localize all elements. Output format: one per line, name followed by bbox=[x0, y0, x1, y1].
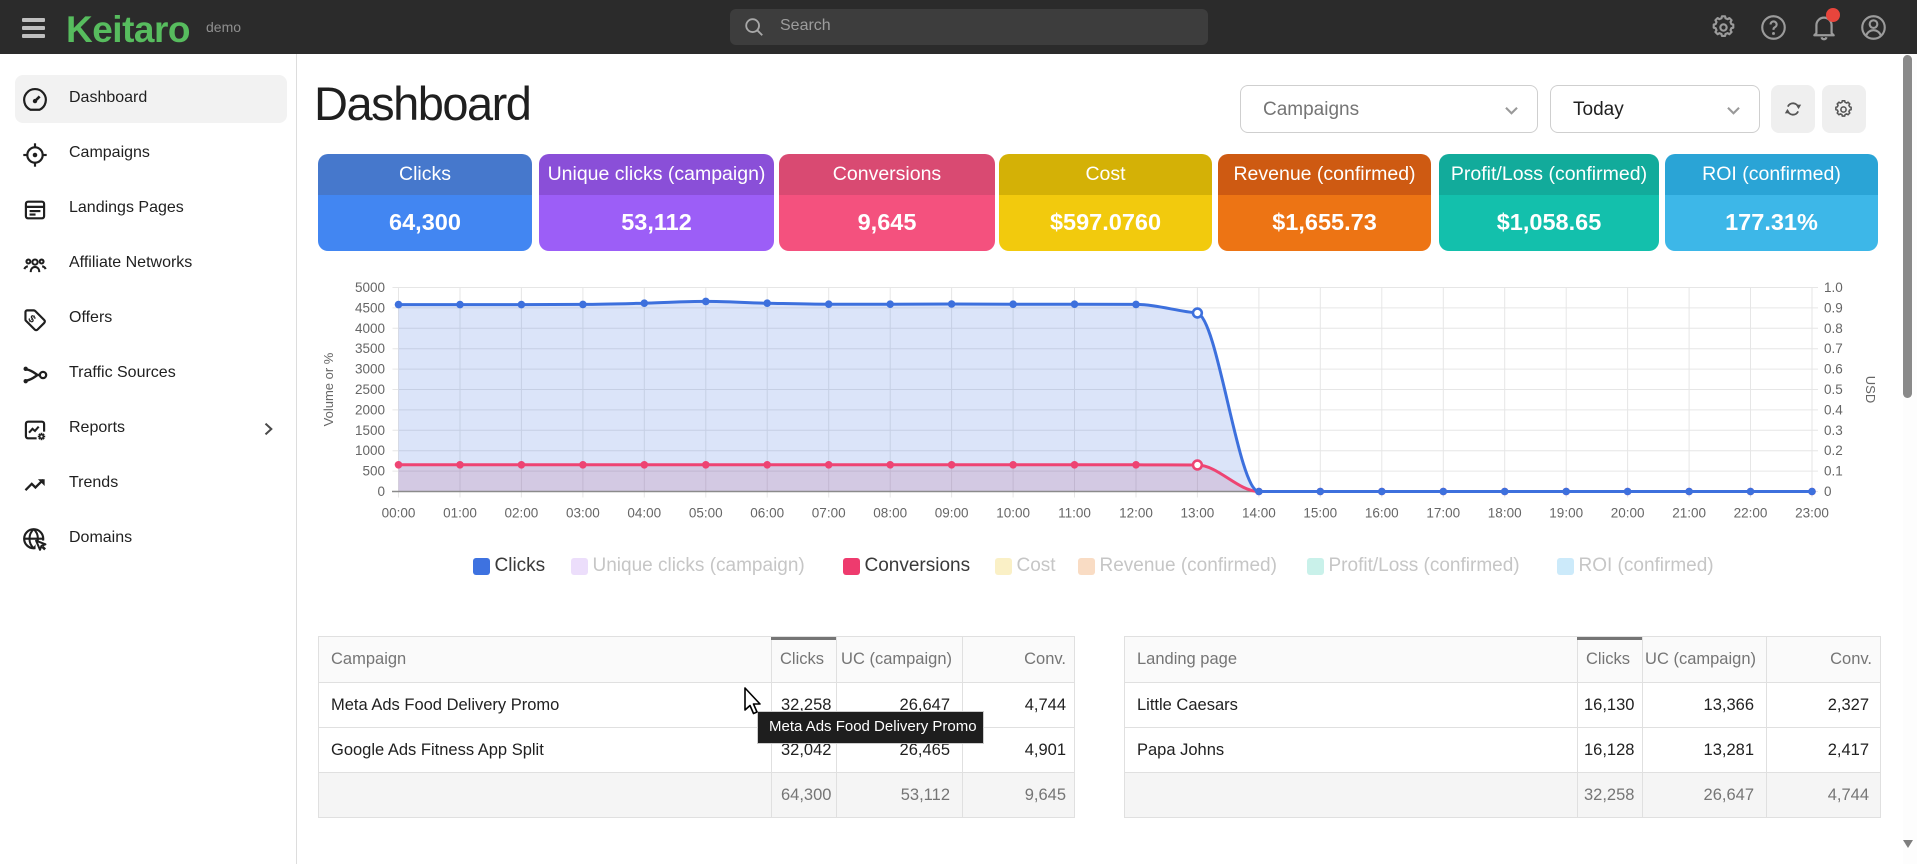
svg-text:04:00: 04:00 bbox=[627, 506, 661, 521]
svg-text:3500: 3500 bbox=[355, 341, 385, 356]
svg-text:$: $ bbox=[26, 313, 38, 326]
svg-text:18:00: 18:00 bbox=[1488, 506, 1522, 521]
svg-text:22:00: 22:00 bbox=[1734, 506, 1768, 521]
svg-text:0.3: 0.3 bbox=[1824, 423, 1843, 438]
svg-text:0.2: 0.2 bbox=[1824, 443, 1843, 458]
svg-text:1500: 1500 bbox=[355, 423, 385, 438]
svg-text:11:00: 11:00 bbox=[1058, 506, 1091, 521]
svg-text:Volume or %: Volume or % bbox=[321, 352, 336, 426]
svg-text:13:00: 13:00 bbox=[1181, 506, 1215, 521]
svg-text:0: 0 bbox=[377, 484, 385, 499]
svg-text:0.6: 0.6 bbox=[1824, 362, 1843, 377]
svg-text:01:00: 01:00 bbox=[443, 506, 477, 521]
svg-text:00:00: 00:00 bbox=[382, 506, 416, 521]
svg-text:08:00: 08:00 bbox=[873, 506, 907, 521]
svg-text:4500: 4500 bbox=[355, 300, 385, 315]
svg-text:0.1: 0.1 bbox=[1824, 464, 1843, 479]
svg-text:2500: 2500 bbox=[355, 382, 385, 397]
svg-text:10:00: 10:00 bbox=[996, 506, 1030, 521]
svg-text:15:00: 15:00 bbox=[1303, 506, 1337, 521]
svg-text:05:00: 05:00 bbox=[689, 506, 723, 521]
svg-text:02:00: 02:00 bbox=[505, 506, 539, 521]
svg-text:06:00: 06:00 bbox=[750, 506, 784, 521]
svg-text:0.7: 0.7 bbox=[1824, 341, 1843, 356]
svg-text:4000: 4000 bbox=[355, 321, 385, 336]
svg-text:500: 500 bbox=[362, 464, 385, 479]
svg-text:USD: USD bbox=[1863, 376, 1878, 403]
svg-text:23:00: 23:00 bbox=[1795, 506, 1829, 521]
svg-text:19:00: 19:00 bbox=[1549, 506, 1583, 521]
svg-text:1.0: 1.0 bbox=[1824, 280, 1843, 295]
svg-text:5000: 5000 bbox=[355, 280, 385, 295]
svg-text:07:00: 07:00 bbox=[812, 506, 846, 521]
svg-text:1000: 1000 bbox=[355, 443, 385, 458]
svg-text:2000: 2000 bbox=[355, 402, 385, 417]
svg-text:09:00: 09:00 bbox=[935, 506, 969, 521]
svg-text:03:00: 03:00 bbox=[566, 506, 600, 521]
svg-text:16:00: 16:00 bbox=[1365, 506, 1399, 521]
svg-text:20:00: 20:00 bbox=[1611, 506, 1645, 521]
svg-text:17:00: 17:00 bbox=[1426, 506, 1460, 521]
svg-text:0.8: 0.8 bbox=[1824, 321, 1843, 336]
svg-text:3000: 3000 bbox=[355, 362, 385, 377]
svg-text:0.9: 0.9 bbox=[1824, 300, 1843, 315]
svg-text:21:00: 21:00 bbox=[1672, 506, 1706, 521]
svg-text:14:00: 14:00 bbox=[1242, 506, 1276, 521]
svg-text:0.5: 0.5 bbox=[1824, 382, 1843, 397]
svg-text:12:00: 12:00 bbox=[1119, 506, 1153, 521]
svg-text:0.4: 0.4 bbox=[1824, 402, 1843, 417]
svg-text:0: 0 bbox=[1824, 484, 1832, 499]
